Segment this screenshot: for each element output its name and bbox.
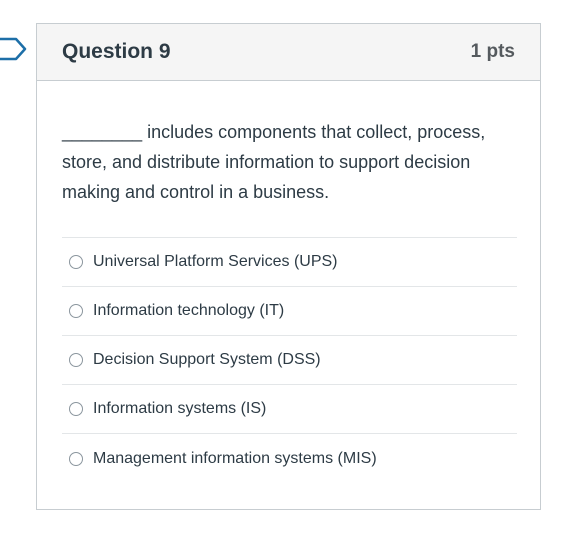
question-flag-icon[interactable]	[0, 37, 28, 61]
radio-button[interactable]	[69, 255, 83, 269]
question-title: Question 9	[62, 40, 171, 63]
answer-label[interactable]: Information technology (IT)	[93, 302, 284, 320]
question-header: Question 9 1 pts	[37, 24, 540, 81]
answer-label[interactable]: Decision Support System (DSS)	[93, 351, 321, 369]
answer-option-mis[interactable]: Management information systems (MIS)	[62, 434, 517, 483]
radio-button[interactable]	[69, 353, 83, 367]
question-body: ________ includes components that collec…	[37, 81, 540, 483]
answer-option-ups[interactable]: Universal Platform Services (UPS)	[62, 238, 517, 287]
answer-list: Universal Platform Services (UPS) Inform…	[62, 237, 517, 483]
answer-label[interactable]: Universal Platform Services (UPS)	[93, 253, 338, 271]
answer-option-it[interactable]: Information technology (IT)	[62, 287, 517, 336]
radio-button[interactable]	[69, 304, 83, 318]
question-points: 1 pts	[470, 41, 515, 62]
answer-option-is[interactable]: Information systems (IS)	[62, 385, 517, 434]
radio-button[interactable]	[69, 402, 83, 416]
answer-option-dss[interactable]: Decision Support System (DSS)	[62, 336, 517, 385]
answer-label[interactable]: Information systems (IS)	[93, 400, 266, 418]
question-card: Question 9 1 pts ________ includes compo…	[36, 23, 541, 510]
radio-button[interactable]	[69, 451, 83, 466]
question-text: ________ includes components that collec…	[62, 122, 486, 202]
answer-label[interactable]: Management information systems (MIS)	[93, 450, 377, 468]
